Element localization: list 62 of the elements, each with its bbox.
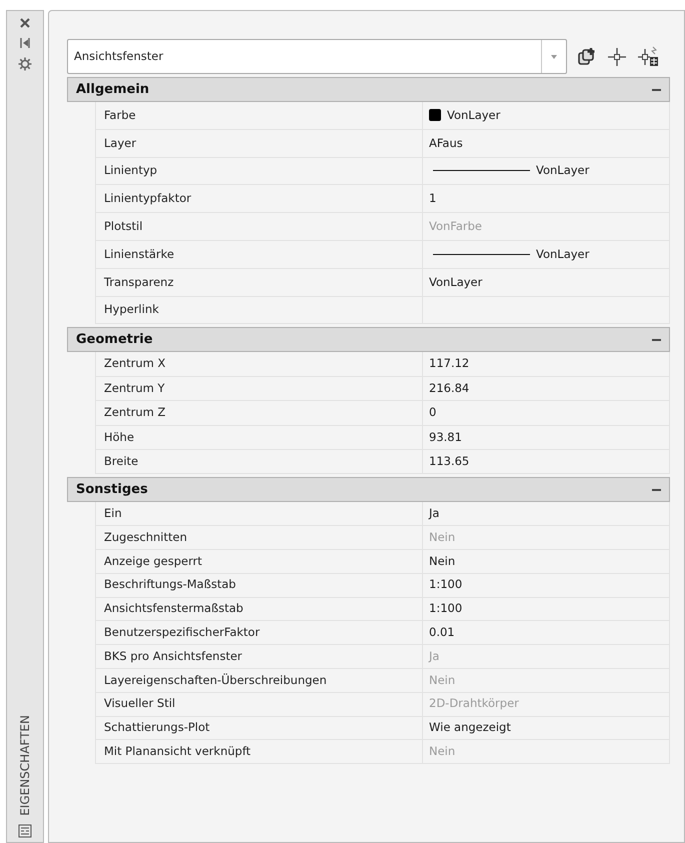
property-value: Ja — [429, 505, 440, 522]
property-value: Nein — [429, 743, 456, 760]
property-value: Ja — [429, 648, 440, 665]
property-label: Höhe — [104, 428, 134, 446]
property-value: Nein — [429, 672, 456, 689]
property-value: 0.01 — [429, 624, 455, 642]
properties-icon[interactable] — [18, 824, 32, 838]
palette-title: EIGENSCHAFTEN — [17, 715, 33, 816]
property-value: VonLayer — [536, 162, 590, 180]
property-value: AFaus — [429, 134, 463, 152]
property-label: Linienstärke — [104, 246, 174, 263]
property-label: Zugeschnitten — [104, 528, 188, 546]
property-label: Linientyp — [104, 162, 158, 180]
property-label: Linientypfaktor — [104, 190, 192, 208]
section-title: Geometrie — [76, 331, 153, 350]
property-label: BenutzerspezifischerFaktor — [104, 624, 260, 642]
property-label: Zentrum X — [104, 355, 166, 372]
section-title: Sonstiges — [76, 481, 148, 500]
property-label: Layer — [104, 134, 136, 152]
property-value: 117.12 — [429, 355, 470, 372]
property-value: 1:100 — [429, 600, 462, 618]
quick-select-icon[interactable] — [637, 46, 659, 68]
property-value: VonLayer — [536, 246, 590, 263]
property-label: Hyperlink — [104, 301, 159, 318]
section-header[interactable]: Allgemein — [67, 77, 670, 102]
object-type-dropdown[interactable]: Ansichtsfenster — [67, 39, 567, 74]
property-label: Zentrum Y — [104, 380, 165, 397]
property-value: VonLayer — [447, 106, 500, 124]
section-title: Allgemein — [76, 80, 150, 99]
property-value: 216.84 — [429, 380, 470, 397]
property-value: 93.81 — [429, 428, 462, 446]
property-label: Beschriftungs-Maßstab — [104, 576, 236, 594]
property-label: Visueller Stil — [104, 695, 176, 712]
add-selection-icon[interactable] — [577, 46, 597, 66]
property-label: Ansichtsfenstermaßstab — [104, 600, 244, 618]
property-label: Transparenz — [104, 274, 174, 291]
section-header[interactable]: Geometrie — [67, 327, 670, 352]
property-value: Nein — [429, 552, 456, 570]
property-label: Ein — [104, 505, 122, 522]
property-label: Anzeige gesperrt — [104, 552, 202, 570]
dropdown-value: Ansichtsfenster — [73, 48, 164, 65]
property-value: VonLayer — [429, 274, 482, 291]
property-value: Nein — [429, 528, 456, 546]
property-value: 113.65 — [429, 453, 470, 470]
property-value: 1:100 — [429, 576, 462, 594]
property-label: Farbe — [104, 106, 136, 124]
property-label: Zentrum Z — [104, 404, 166, 422]
property-label: Mit Planansicht verknüpft — [104, 743, 251, 760]
property-label: BKS pro Ansichtsfenster — [104, 648, 242, 665]
close-icon[interactable] — [19, 17, 31, 29]
property-label: Breite — [104, 453, 138, 470]
property-value: 0 — [429, 404, 436, 422]
property-value: VonFarbe — [429, 218, 482, 235]
property-value: Wie angezeigt — [429, 719, 511, 736]
crosshair-icon[interactable] — [607, 46, 627, 66]
property-label: Schattierungs-Plot — [104, 719, 210, 736]
section-header[interactable]: Sonstiges — [67, 477, 670, 502]
property-label: Layereigenschaften-Überschreibungen — [104, 672, 327, 689]
property-value: 1 — [429, 190, 436, 208]
property-label: Plotstil — [104, 218, 143, 235]
property-value: 2D-Drahtkörper — [429, 695, 519, 712]
settings-icon[interactable] — [18, 57, 32, 71]
